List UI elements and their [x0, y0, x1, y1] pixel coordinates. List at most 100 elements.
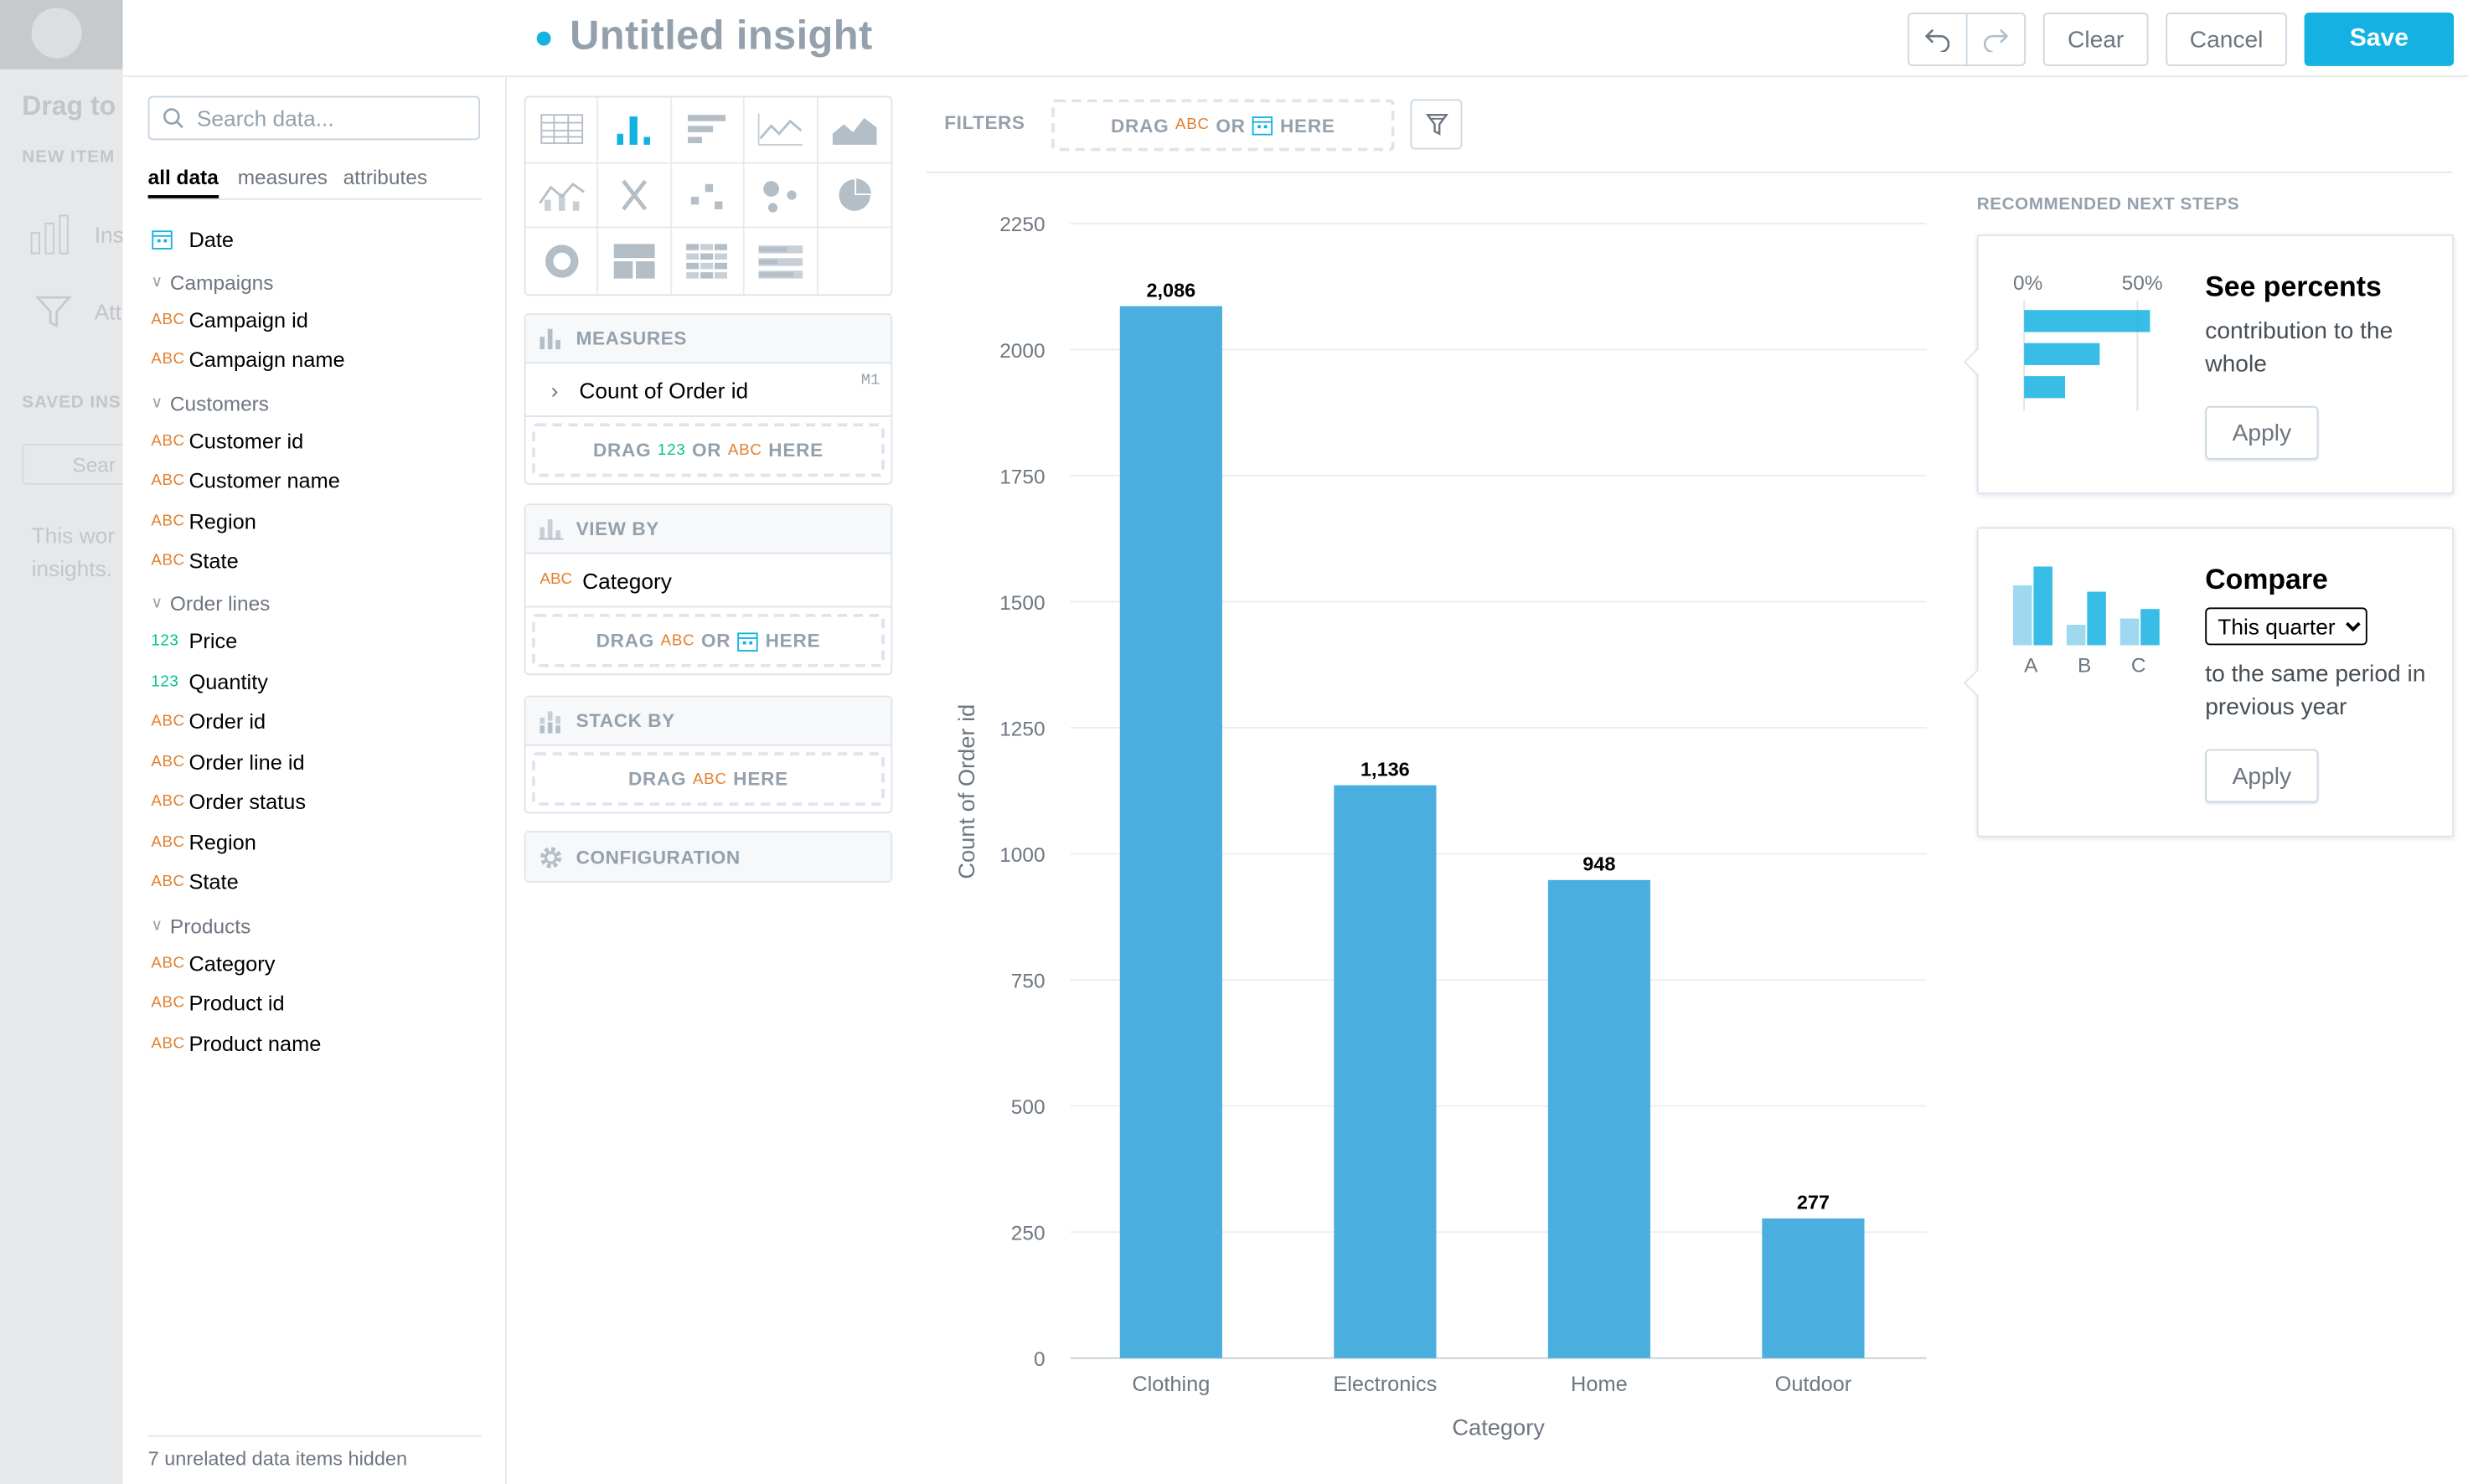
catalog-item-label: Campaign id — [188, 307, 308, 332]
filter-icon — [34, 296, 72, 328]
vis-donut-button[interactable] — [526, 229, 599, 295]
save-button[interactable]: Save — [2304, 13, 2455, 66]
catalog-item[interactable]: ABC Product id — [151, 987, 284, 1018]
stack-by-bucket: STACK BY DRAG ABC HERE — [524, 695, 893, 814]
catalog-item[interactable]: ABC Campaign id — [151, 304, 308, 336]
calendar-icon — [152, 230, 173, 250]
catalog-group-products[interactable]: ∨ Products — [151, 909, 250, 941]
attribute-type-icon: ABC — [151, 551, 185, 569]
dropzone-text: OR — [692, 439, 722, 461]
bar-electronics[interactable] — [1334, 785, 1437, 1358]
vis-bullet-button[interactable] — [745, 229, 818, 295]
tab-all-data[interactable]: all data — [147, 165, 219, 198]
measures-bucket-header: MEASURES — [525, 314, 891, 364]
vis-treemap-button[interactable] — [599, 229, 672, 295]
tab-measures[interactable]: measures — [238, 165, 328, 188]
data-label: 948 — [1583, 853, 1615, 875]
data-label: 2,086 — [1146, 279, 1195, 301]
catalog-item[interactable]: ABC Order status — [151, 786, 306, 817]
search-icon — [163, 108, 183, 129]
catalog-item[interactable]: ABC Region — [151, 827, 256, 858]
vis-heatmap-button[interactable] — [672, 229, 746, 295]
catalog-item[interactable]: ABC Customer id — [151, 425, 303, 456]
attribute-type-icon: ABC — [692, 770, 727, 788]
catalog-item[interactable]: ABC State — [151, 544, 238, 576]
y-tick-label: 2250 — [999, 214, 1045, 236]
catalog-item[interactable]: 123 Price — [151, 625, 237, 657]
catalog-item[interactable]: ABC Product name — [151, 1028, 321, 1059]
bar-clothing[interactable] — [1119, 306, 1222, 1358]
pie-icon — [839, 178, 871, 211]
gear-icon — [540, 846, 562, 868]
measure-item[interactable]: › Count of Order id M1 — [525, 363, 891, 417]
apply-percents-button[interactable]: Apply — [2205, 405, 2319, 460]
vis-pie-button[interactable] — [818, 163, 891, 229]
backdrop-saved: SAVED INS — [22, 393, 121, 413]
attribute-type-icon: ABC — [727, 441, 762, 459]
dropzone-text: HERE — [765, 629, 821, 652]
configuration-section[interactable]: CONFIGURATION — [524, 831, 893, 884]
catalog-item[interactable]: ABC Region — [151, 505, 256, 537]
catalog-item[interactable]: ABC Order id — [151, 705, 266, 737]
vis-bubble-button[interactable] — [745, 162, 818, 229]
filters-dropzone[interactable]: DRAG ABC OR HERE — [1051, 99, 1395, 152]
catalog-search[interactable] — [147, 95, 481, 141]
vis-scatter-button[interactable] — [671, 162, 746, 229]
catalog-item[interactable]: ABC Order line id — [151, 746, 304, 778]
y-tick-label: 500 — [1011, 1096, 1046, 1119]
catalog-group-customers[interactable]: ∨ Customers — [151, 387, 269, 419]
data-label: 277 — [1797, 1192, 1830, 1213]
catalog-item[interactable]: 123 Quantity — [151, 666, 268, 698]
view-by-bucket: VIEW BY ABC Category DRAG ABC OR HERE — [524, 503, 893, 676]
vis-table-button[interactable] — [525, 97, 599, 163]
catalog-item-date[interactable]: Date — [151, 224, 234, 255]
vis-bar-button[interactable] — [671, 97, 746, 163]
chevron-right-icon[interactable]: › — [541, 377, 579, 402]
catalog-item[interactable]: ABC Campaign name — [151, 343, 344, 375]
backdrop-new-item: NEW ITEM — [22, 147, 116, 167]
vis-area-button[interactable] — [818, 98, 891, 163]
catalog-item[interactable]: ABC Customer name — [151, 464, 340, 496]
fact-type-icon: 123 — [657, 441, 686, 459]
bubble-icon — [763, 181, 797, 213]
bar-home[interactable] — [1547, 879, 1650, 1358]
redo-button[interactable] — [1965, 13, 2027, 66]
add-filter-button[interactable] — [1410, 99, 1463, 150]
dropzone-text: OR — [1216, 114, 1246, 137]
measures-icon — [540, 328, 560, 350]
bar-chart: 2,086 1,136 948 277 0 250 500 750 1000 1250 1500 1… — [929, 188, 1952, 1463]
percent-tick-high: 50% — [2121, 271, 2163, 295]
view-by-item[interactable]: ABC Category — [525, 554, 891, 608]
filters-divider — [925, 171, 2453, 173]
cancel-button[interactable]: Cancel — [2166, 13, 2287, 66]
apply-compare-button[interactable]: Apply — [2205, 749, 2319, 803]
configuration-header[interactable]: CONFIGURATION — [525, 832, 891, 882]
attribute-type-icon: ABC — [151, 311, 185, 328]
undo-button[interactable] — [1908, 13, 1968, 66]
compare-label-a: A — [2024, 652, 2038, 678]
visualization-type-picker — [524, 95, 893, 296]
clear-button[interactable]: Clear — [2042, 13, 2149, 66]
stack-by-dropzone[interactable]: DRAG ABC HERE — [532, 752, 885, 806]
search-input[interactable] — [196, 102, 465, 134]
catalog-item-label: Customer name — [188, 468, 340, 492]
vis-column-button[interactable] — [598, 97, 672, 163]
header: Untitled insight Clear Cancel Save — [122, 0, 2468, 78]
catalog-group-campaigns[interactable]: ∨ Campaigns — [151, 266, 273, 298]
heatmap-icon — [687, 244, 728, 279]
see-percents-text: contribution to the whole — [2205, 317, 2393, 378]
compare-period-select[interactable]: This quarter — [2205, 607, 2367, 646]
vis-headline-button[interactable] — [598, 162, 672, 229]
catalog-group-order-lines[interactable]: ∨ Order lines — [151, 587, 270, 619]
vis-line-button[interactable] — [745, 97, 818, 163]
catalog-item[interactable]: ABC State — [151, 866, 238, 898]
hidden-items-note: 7 unrelated data items hidden — [147, 1435, 482, 1470]
measures-dropzone[interactable]: DRAG 123 OR ABC HERE — [532, 423, 885, 477]
catalog-item[interactable]: ABC Category — [151, 947, 275, 979]
view-by-dropzone[interactable]: DRAG ABC OR HERE — [532, 613, 885, 667]
bar-outdoor[interactable] — [1762, 1218, 1865, 1358]
tab-attributes[interactable]: attributes — [343, 165, 427, 188]
insight-title[interactable]: Untitled insight — [570, 11, 872, 59]
vis-combo-button[interactable] — [525, 162, 599, 229]
catalog-item-label: Quantity — [188, 669, 268, 693]
